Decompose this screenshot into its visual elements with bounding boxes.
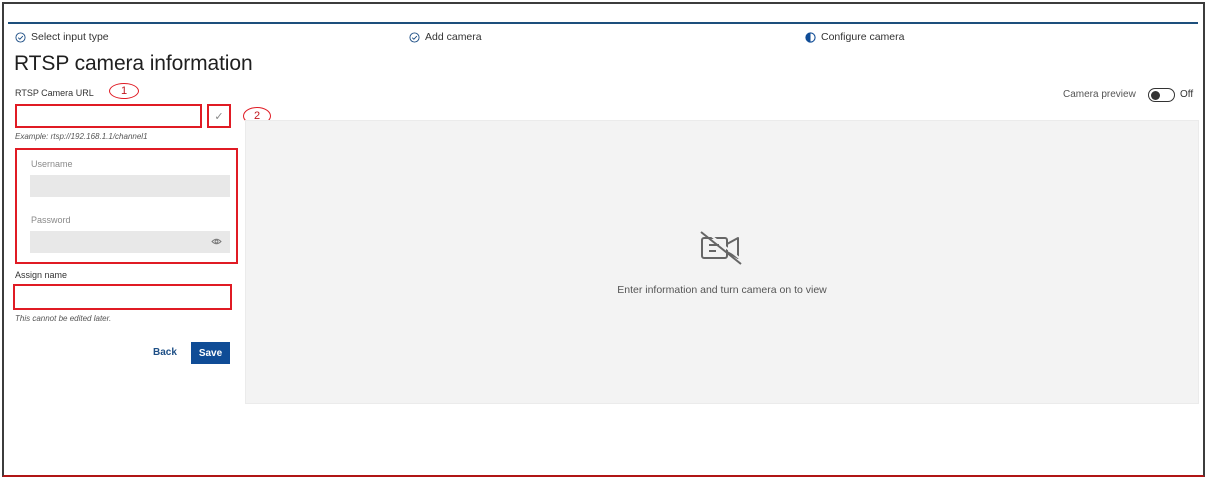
assign-name-hint: This cannot be edited later. — [15, 314, 112, 323]
callout-1: 1 — [109, 83, 139, 99]
username-input[interactable] — [30, 175, 230, 197]
assign-name-input[interactable] — [13, 284, 232, 310]
rtsp-url-input[interactable] — [15, 104, 202, 128]
step-label: Add camera — [425, 31, 482, 43]
stepper-line — [8, 22, 1198, 24]
step-configure-camera[interactable]: Configure camera — [805, 31, 904, 43]
eye-icon[interactable] — [211, 237, 222, 246]
checkmark-icon: ✓ — [214, 110, 224, 123]
page-title: RTSP camera information — [14, 52, 253, 75]
camera-off-icon — [700, 229, 744, 265]
validate-url-button[interactable]: ✓ — [207, 104, 231, 128]
step-add-camera[interactable]: Add camera — [409, 31, 482, 43]
camera-preview-toggle[interactable] — [1148, 88, 1175, 102]
check-circle-icon — [409, 31, 420, 43]
password-input[interactable] — [30, 231, 230, 253]
assign-name-label: Assign name — [15, 270, 68, 280]
camera-preview-label: Camera preview — [1063, 89, 1136, 100]
password-label: Password — [31, 215, 71, 225]
save-button[interactable]: Save — [191, 342, 230, 364]
preview-empty-message: Enter information and turn camera on to … — [617, 284, 827, 296]
toggle-knob — [1151, 90, 1160, 100]
step-select-input-type[interactable]: Select input type — [15, 31, 109, 43]
camera-preview-area: Enter information and turn camera on to … — [245, 120, 1199, 404]
toggle-state-label: Off — [1180, 89, 1194, 100]
credentials-group: Username Password — [15, 148, 238, 264]
stepper: Select input type Add camera Configure c… — [0, 31, 1209, 47]
step-label: Configure camera — [821, 31, 905, 43]
back-button[interactable]: Back — [153, 347, 177, 358]
check-circle-icon — [15, 31, 26, 43]
half-circle-icon — [805, 31, 816, 43]
url-label: RTSP Camera URL — [15, 88, 94, 98]
username-label: Username — [31, 159, 73, 169]
step-label: Select input type — [31, 31, 109, 43]
url-hint: Example: rtsp://192.168.1.1/channel1 — [15, 132, 148, 141]
